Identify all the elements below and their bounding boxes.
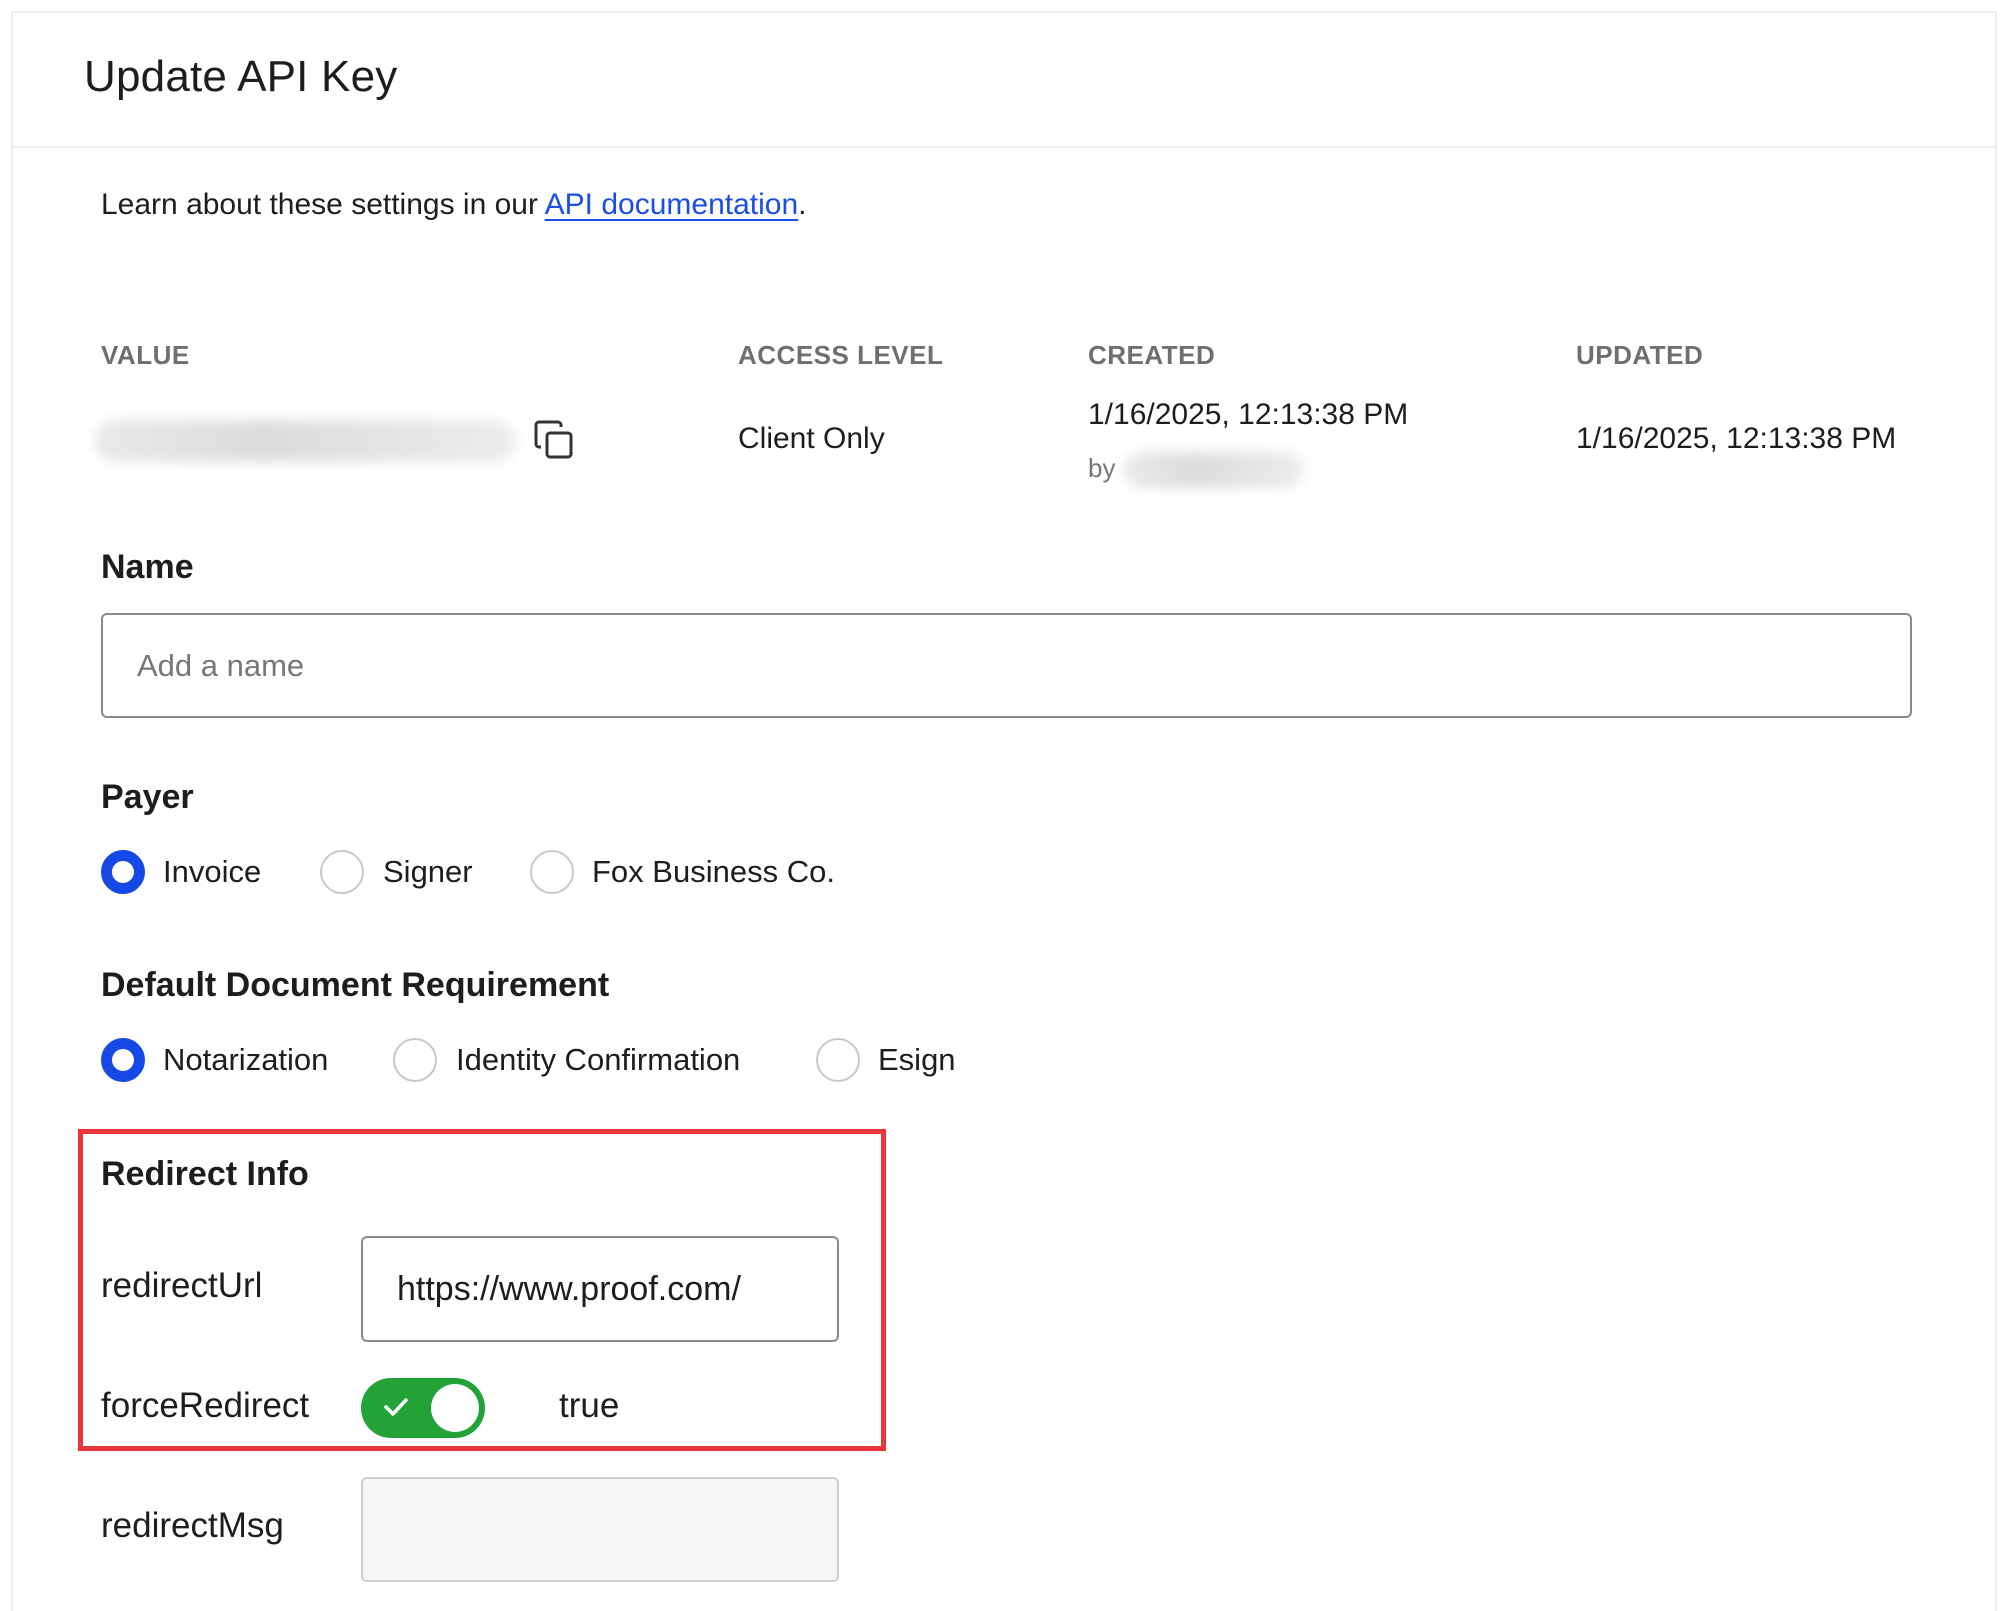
payer-radio-invoice[interactable] xyxy=(101,850,145,894)
header-divider xyxy=(11,146,1997,148)
doc-radio-esign[interactable] xyxy=(816,1038,860,1082)
payer-option-invoice-label: Invoice xyxy=(163,854,262,889)
force-redirect-label: forceRedirect xyxy=(101,1386,310,1425)
api-documentation-link[interactable]: API documentation xyxy=(545,188,799,221)
intro-text: Learn about these settings in our API do… xyxy=(101,188,807,222)
doc-option-esign-label: Esign xyxy=(878,1042,956,1077)
copy-icon[interactable] xyxy=(532,418,576,462)
document-requirement-label: Default Document Requirement xyxy=(101,966,610,1004)
intro-suffix: . xyxy=(798,188,807,221)
redirect-url-input[interactable] xyxy=(361,1236,839,1342)
doc-radio-notarization[interactable] xyxy=(101,1038,145,1082)
doc-radio-identity-confirmation[interactable] xyxy=(393,1038,437,1082)
column-header-updated: UPDATED xyxy=(1576,340,1704,370)
api-key-value-redacted xyxy=(94,420,516,462)
created-by-redacted xyxy=(1124,452,1304,488)
created-value: 1/16/2025, 12:13:38 PM xyxy=(1088,398,1409,431)
force-redirect-value: true xyxy=(559,1386,620,1425)
access-level-value: Client Only xyxy=(738,422,885,455)
page-title: Update API Key xyxy=(84,52,398,101)
payer-radio-fox-business[interactable] xyxy=(530,850,574,894)
redirect-url-label: redirectUrl xyxy=(101,1266,263,1305)
payer-option-fox-business-label: Fox Business Co. xyxy=(592,854,835,889)
intro-prefix: Learn about these settings in our xyxy=(101,188,545,221)
column-header-value: VALUE xyxy=(101,340,190,370)
toggle-knob xyxy=(431,1384,479,1432)
force-redirect-toggle[interactable] xyxy=(361,1378,485,1438)
name-input[interactable] xyxy=(101,613,1912,718)
created-by-prefix: by xyxy=(1088,453,1116,483)
check-icon xyxy=(384,1398,408,1416)
updated-value: 1/16/2025, 12:13:38 PM xyxy=(1576,422,1897,455)
name-label: Name xyxy=(101,548,194,586)
column-header-created: CREATED xyxy=(1088,340,1216,370)
doc-option-identity-confirmation-label: Identity Confirmation xyxy=(456,1042,741,1077)
redirect-msg-input[interactable] xyxy=(361,1477,839,1582)
redirect-info-title: Redirect Info xyxy=(101,1155,309,1193)
payer-label: Payer xyxy=(101,778,194,816)
redirect-msg-label: redirectMsg xyxy=(101,1506,284,1545)
payer-option-signer-label: Signer xyxy=(383,854,473,889)
payer-radio-signer[interactable] xyxy=(320,850,364,894)
column-header-access-level: ACCESS LEVEL xyxy=(738,340,944,370)
doc-option-notarization-label: Notarization xyxy=(163,1042,329,1077)
